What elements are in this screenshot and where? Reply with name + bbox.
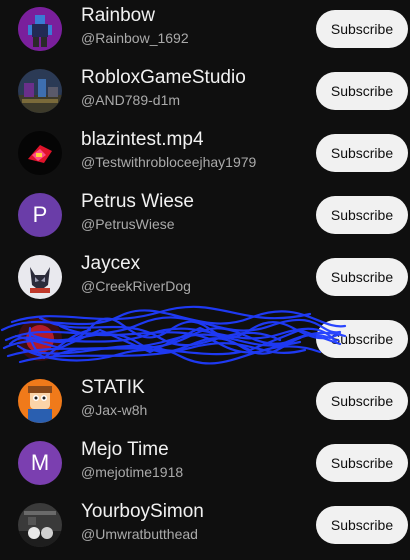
channel-handle: @Umwratbutthead xyxy=(81,526,198,542)
game-scene-avatar xyxy=(18,69,62,113)
channel-row[interactable]: RobloxGameStudio @AND789-d1m Subscribe xyxy=(0,62,410,124)
channel-name: Mejo Time xyxy=(81,439,169,460)
subscribe-button[interactable]: Subscribe xyxy=(316,258,408,296)
avatar[interactable] xyxy=(18,131,62,175)
channel-row[interactable]: STATIK @Jax-w8h Subscribe xyxy=(0,372,410,434)
subscribe-button[interactable]: Subscribe xyxy=(316,382,408,420)
channel-row[interactable]: Rainbow @Rainbow_1692 Subscribe xyxy=(0,0,410,62)
avatar[interactable] xyxy=(18,255,62,299)
avatar[interactable] xyxy=(18,7,62,51)
channel-row[interactable]: Jaycex @CreekRiverDog Subscribe xyxy=(0,248,410,310)
channel-name: YourboySimon xyxy=(81,501,204,522)
avatar[interactable] xyxy=(18,317,62,361)
channel-handle: @AND789-d1m xyxy=(81,92,181,108)
subscribe-button[interactable]: Subscribe xyxy=(316,134,408,172)
wolf-logo-avatar xyxy=(18,255,62,299)
channel-handle: @Testwithrobloceejhay1979 xyxy=(81,154,257,170)
channel-handle: @mejotime1918 xyxy=(81,464,184,480)
avatar[interactable] xyxy=(18,503,62,547)
grayscale-photo-avatar xyxy=(18,503,62,547)
channel-handle: @CreekRiverDog xyxy=(81,278,191,294)
avatar-letter: P xyxy=(32,202,48,227)
channel-name: Rainbow xyxy=(81,5,155,26)
channel-row[interactable]: M Mejo Time @mejotime1918 Subscribe xyxy=(0,434,410,496)
subscribe-button[interactable]: Subscribe xyxy=(316,10,408,48)
avatar[interactable] xyxy=(18,69,62,113)
avatar[interactable] xyxy=(18,379,62,423)
channel-row[interactable]: blazintest.mp4 @Testwithrobloceejhay1979… xyxy=(0,124,410,186)
channel-name: Petrus Wiese xyxy=(81,191,194,212)
channel-name: Jaycex xyxy=(81,253,141,274)
channel-row[interactable]: P Petrus Wiese @PetrusWiese Subscribe xyxy=(0,186,410,248)
scribbled-out-avatar xyxy=(18,317,62,361)
channel-name: STATIK xyxy=(81,377,145,398)
subscribe-button[interactable]: Subscribe xyxy=(316,444,408,482)
avatar[interactable]: M xyxy=(18,441,62,485)
subscribe-button[interactable]: Subscribe xyxy=(316,320,408,358)
channel-row[interactable]: YourboySimon @Umwratbutthead Subscribe xyxy=(0,496,410,558)
cartoon-character-avatar xyxy=(18,379,62,423)
avatar-letter: M xyxy=(30,450,50,475)
channel-handle: @PetrusWiese xyxy=(81,216,175,232)
channel-name: RobloxGameStudio xyxy=(81,67,246,88)
subscribe-button[interactable]: Subscribe xyxy=(316,506,408,544)
channel-list: Rainbow @Rainbow_1692 Subscribe RobloxGa… xyxy=(0,0,410,560)
roblox-character-avatar xyxy=(18,7,62,51)
channel-handle: @Jax-w8h xyxy=(81,402,148,418)
dark-artwork-avatar xyxy=(18,131,62,175)
avatar[interactable]: P xyxy=(18,193,62,237)
subscribe-button[interactable]: Subscribe xyxy=(316,72,408,110)
subscribe-button[interactable]: Subscribe xyxy=(316,196,408,234)
channel-name: blazintest.mp4 xyxy=(81,129,204,150)
channel-handle: @Rainbow_1692 xyxy=(81,30,189,46)
channel-row[interactable]: Subscribe xyxy=(0,310,410,372)
